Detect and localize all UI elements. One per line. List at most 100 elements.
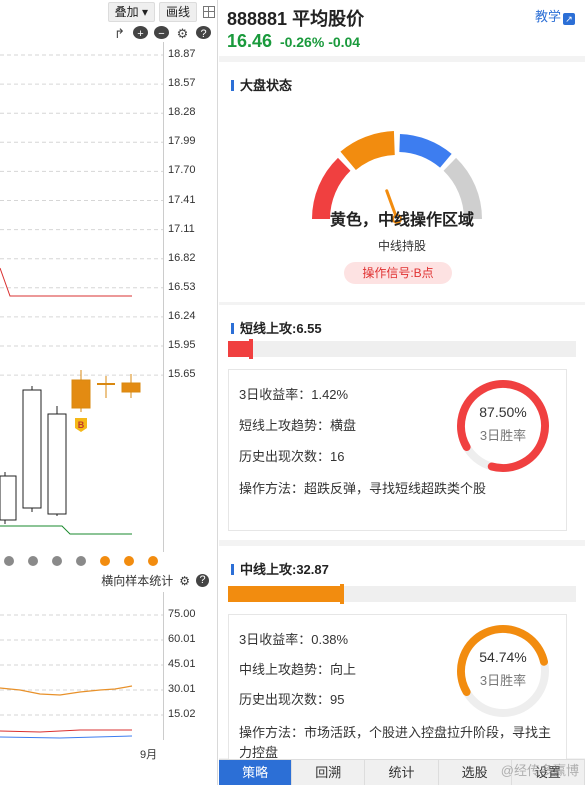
short-winrate-value: 87.50% — [479, 404, 527, 420]
short-trend: 短线上攻趋势：横盘 — [239, 418, 357, 433]
mid-count: 历史出现次数：95 — [239, 692, 345, 707]
mid-winrate-value: 54.74% — [479, 649, 527, 665]
signal-dot — [124, 556, 134, 566]
short-attack-bar-fill — [228, 341, 251, 357]
chart-icon-row: ↱ + − ⚙ ? — [112, 26, 211, 42]
mid-return: 3日收益率：0.38% — [239, 632, 349, 647]
signal-dot — [52, 556, 62, 566]
tab-1[interactable]: 回溯 — [292, 760, 366, 785]
draw-line-button[interactable]: 画线 — [158, 2, 197, 22]
short-winrate-label: 3日胜率 — [479, 428, 527, 443]
short-attack-bar — [228, 339, 576, 359]
green-trend-line — [0, 525, 132, 535]
short-count: 历史出现次数：16 — [239, 449, 345, 464]
help-icon[interactable]: ? — [196, 26, 211, 40]
price-tick: 16.53 — [168, 280, 196, 293]
stock-price: 16.46 — [227, 31, 273, 51]
signal-dots — [4, 556, 158, 566]
sub-chart-label: 横向样本统计 — [101, 574, 174, 588]
market-state-text: 黄色，中线操作区域 — [329, 212, 474, 229]
candle — [0, 475, 17, 521]
price-tick: 17.11 — [168, 222, 195, 235]
sub-tick: 45.01 — [168, 658, 196, 670]
price-tick: 18.57 — [168, 77, 196, 90]
teach-label: 教学 — [534, 9, 561, 24]
candle — [22, 389, 42, 509]
buy-marker[interactable]: B — [75, 418, 87, 432]
watermark: @经传多赢博 — [500, 763, 579, 778]
price-tick: 16.82 — [168, 251, 196, 264]
mid-attack-bar — [228, 584, 576, 604]
price-tick: 17.70 — [168, 164, 196, 177]
price-tick: 15.95 — [168, 339, 196, 351]
price-tick: 17.41 — [168, 193, 196, 206]
change-percent: -0.26% — [279, 34, 325, 50]
gauge-segment — [398, 134, 452, 168]
market-state-sub: 中线持股 — [377, 239, 426, 253]
short-return: 3日收益率：1.42% — [239, 387, 349, 402]
signal-dot — [28, 556, 38, 566]
chart-toolbar: 叠加 ▾ 画线 — [107, 2, 215, 22]
month-label: 9月 — [140, 749, 158, 761]
tab-2[interactable]: 统计 — [365, 760, 439, 785]
price-gridlines — [0, 54, 163, 376]
tab-0[interactable]: 策略 — [219, 760, 293, 785]
mid-attack-title: 中线上攻:32.87 — [231, 559, 329, 578]
sub-tick: 75.00 — [168, 608, 196, 620]
short-attack-card: 短线上攻:6.55 3日收益率：1.42% 短线上攻趋势：横盘 历史出现次数：1… — [219, 305, 585, 540]
mid-winrate-label: 3日胜率 — [479, 673, 527, 688]
price-line: 16.46 -0.26% -0.04 — [227, 31, 360, 52]
price-tick: 17.99 — [168, 135, 196, 148]
candlestick-chart[interactable]: B — [0, 42, 163, 554]
stock-header: 888881 平均股价 16.46 -0.26% -0.04 教学 ↗ — [219, 0, 585, 56]
short-attack-title: 短线上攻:6.55 — [231, 318, 322, 337]
help-icon[interactable]: ? — [196, 574, 209, 587]
sub-indicator-chart[interactable] — [0, 590, 163, 742]
signal-dot — [100, 556, 110, 566]
zoom-out-icon[interactable]: − — [154, 26, 169, 40]
refresh-icon[interactable]: ↱ — [112, 26, 127, 42]
mid-method: 操作方法：市场活跃，个股进入控盘拉升阶段，寻找主力控盘 — [239, 725, 552, 760]
candles — [0, 370, 141, 524]
signal-dot — [148, 556, 158, 566]
buy-marker-label: B — [78, 420, 85, 430]
sub-axis-line — [163, 592, 164, 740]
stock-title: 888881 平均股价 — [227, 9, 365, 29]
external-link-icon: ↗ — [563, 13, 575, 25]
operation-signal-badge: 操作信号:B点 — [344, 262, 452, 284]
teach-link[interactable]: 教学 ↗ — [535, 6, 575, 25]
mid-attack-bar-fill — [228, 586, 343, 602]
change-value: -0.04 — [328, 34, 361, 50]
short-method: 操作方法：超跌反弹，寻找短线超跌类个股 — [239, 481, 487, 496]
gear-icon[interactable]: ⚙ — [175, 26, 190, 42]
grid-icon[interactable] — [203, 6, 215, 18]
gauge-segment — [340, 131, 396, 171]
mid-trend: 中线上攻趋势：向上 — [239, 662, 357, 677]
sub-tick: 15.02 — [168, 708, 196, 720]
signal-dot — [4, 556, 14, 566]
sub-tick: 30.01 — [168, 683, 196, 695]
chart-pane[interactable]: 叠加 ▾ 画线 ↱ + − ⚙ ? B 18.87 18.57 18.28 17… — [0, 0, 218, 785]
candle — [47, 413, 67, 515]
mid-attack-bar-knob — [340, 584, 345, 604]
price-tick: 15.65 — [168, 368, 196, 381]
price-tick: 18.28 — [168, 106, 196, 119]
sub-gridlines — [0, 614, 163, 716]
short-attack-bar-knob — [248, 339, 253, 359]
gear-icon[interactable]: ⚙ — [179, 574, 190, 588]
signal-dot — [76, 556, 86, 566]
candle — [71, 379, 91, 409]
short-attack-stats: 3日收益率：1.42% 短线上攻趋势：横盘 历史出现次数：16 操作方法：超跌反… — [228, 369, 567, 531]
mid-attack-stats: 3日收益率：0.38% 中线上攻趋势：向上 历史出现次数：95 操作方法：市场活… — [228, 614, 567, 764]
price-tick: 18.87 — [168, 48, 196, 60]
price-axis-line — [163, 42, 164, 552]
strategy-panel: 888881 平均股价 16.46 -0.26% -0.04 教学 ↗ 大盘状态 … — [219, 0, 585, 785]
mid-attack-card: 中线上攻:32.87 3日收益率：0.38% 中线上攻趋势：向上 历史出现次数：… — [219, 546, 585, 764]
candle — [121, 382, 141, 393]
sub-chart-header: 横向样本统计 ⚙ ? — [101, 572, 209, 589]
overlay-button[interactable]: 叠加 ▾ — [107, 2, 155, 22]
price-tick: 16.24 — [168, 309, 196, 322]
sub-tick: 60.01 — [168, 633, 196, 645]
blue-indicator-line — [0, 735, 133, 739]
zoom-in-icon[interactable]: + — [133, 26, 148, 40]
